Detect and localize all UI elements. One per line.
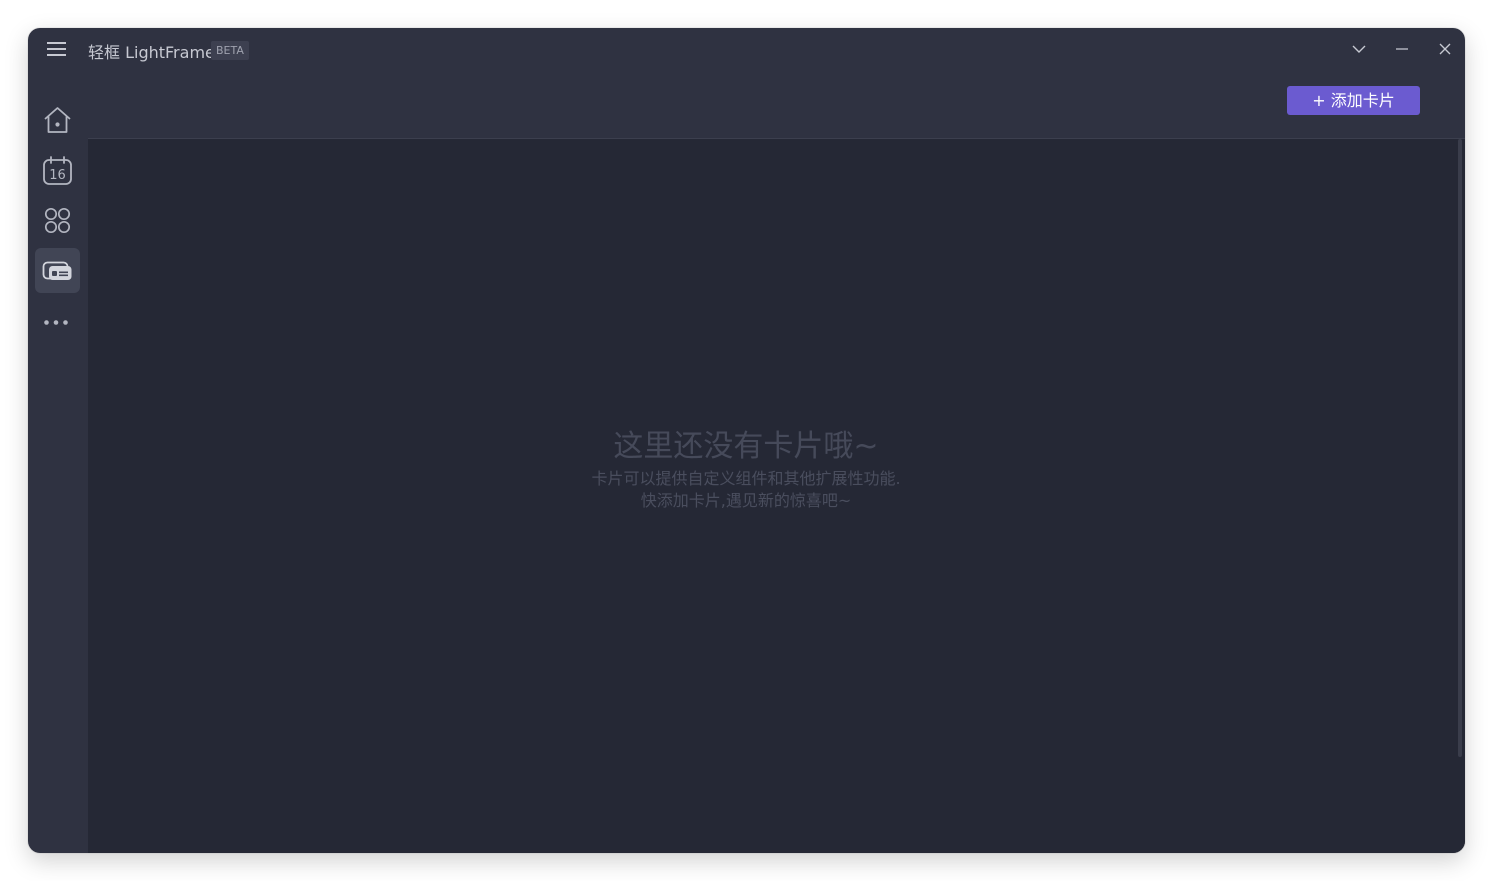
minimize-icon[interactable] xyxy=(1387,36,1417,62)
beta-badge: BETA xyxy=(211,41,249,60)
empty-state-description-line-1: 卡片可以提供自定义组件和其他扩展性功能. xyxy=(591,469,901,488)
sidebar: 16 xyxy=(28,72,88,853)
calendar-icon: 16 xyxy=(43,156,72,185)
chevron-down-icon[interactable] xyxy=(1344,36,1374,62)
app-title: 轻框 LightFrame xyxy=(88,43,215,62)
vertical-scrollbar[interactable] xyxy=(1458,139,1462,757)
hamburger-menu-icon[interactable] xyxy=(46,40,68,60)
calendar-day-label: 16 xyxy=(49,168,66,183)
cards-icon xyxy=(42,261,72,280)
home-icon xyxy=(44,107,71,133)
cards-content-area: 这里还没有卡片哦~ 卡片可以提供自定义组件和其他扩展性功能. 快添加卡片,遇见新… xyxy=(88,139,1465,853)
toolbar: + 添加卡片 xyxy=(88,72,1465,139)
sidebar-item-apps[interactable] xyxy=(35,198,80,243)
sidebar-item-more[interactable] xyxy=(35,300,80,345)
sidebar-item-cards[interactable] xyxy=(35,248,80,293)
close-icon[interactable] xyxy=(1430,36,1460,62)
empty-state-description-line-2: 快添加卡片,遇见新的惊喜吧~ xyxy=(640,491,852,510)
title-bar: 轻框 LightFrame BETA xyxy=(28,28,1465,72)
sidebar-item-home[interactable] xyxy=(35,98,80,143)
sidebar-item-calendar[interactable]: 16 xyxy=(35,148,80,193)
app-window: 轻框 LightFrame BETA 16 + 添加卡片 这里还没有卡片哦~ 卡… xyxy=(28,28,1465,853)
empty-state-title: 这里还没有卡片哦~ xyxy=(613,429,879,464)
add-card-button[interactable]: + 添加卡片 xyxy=(1287,86,1420,115)
apps-grid-icon xyxy=(44,207,71,234)
more-icon xyxy=(44,320,68,325)
